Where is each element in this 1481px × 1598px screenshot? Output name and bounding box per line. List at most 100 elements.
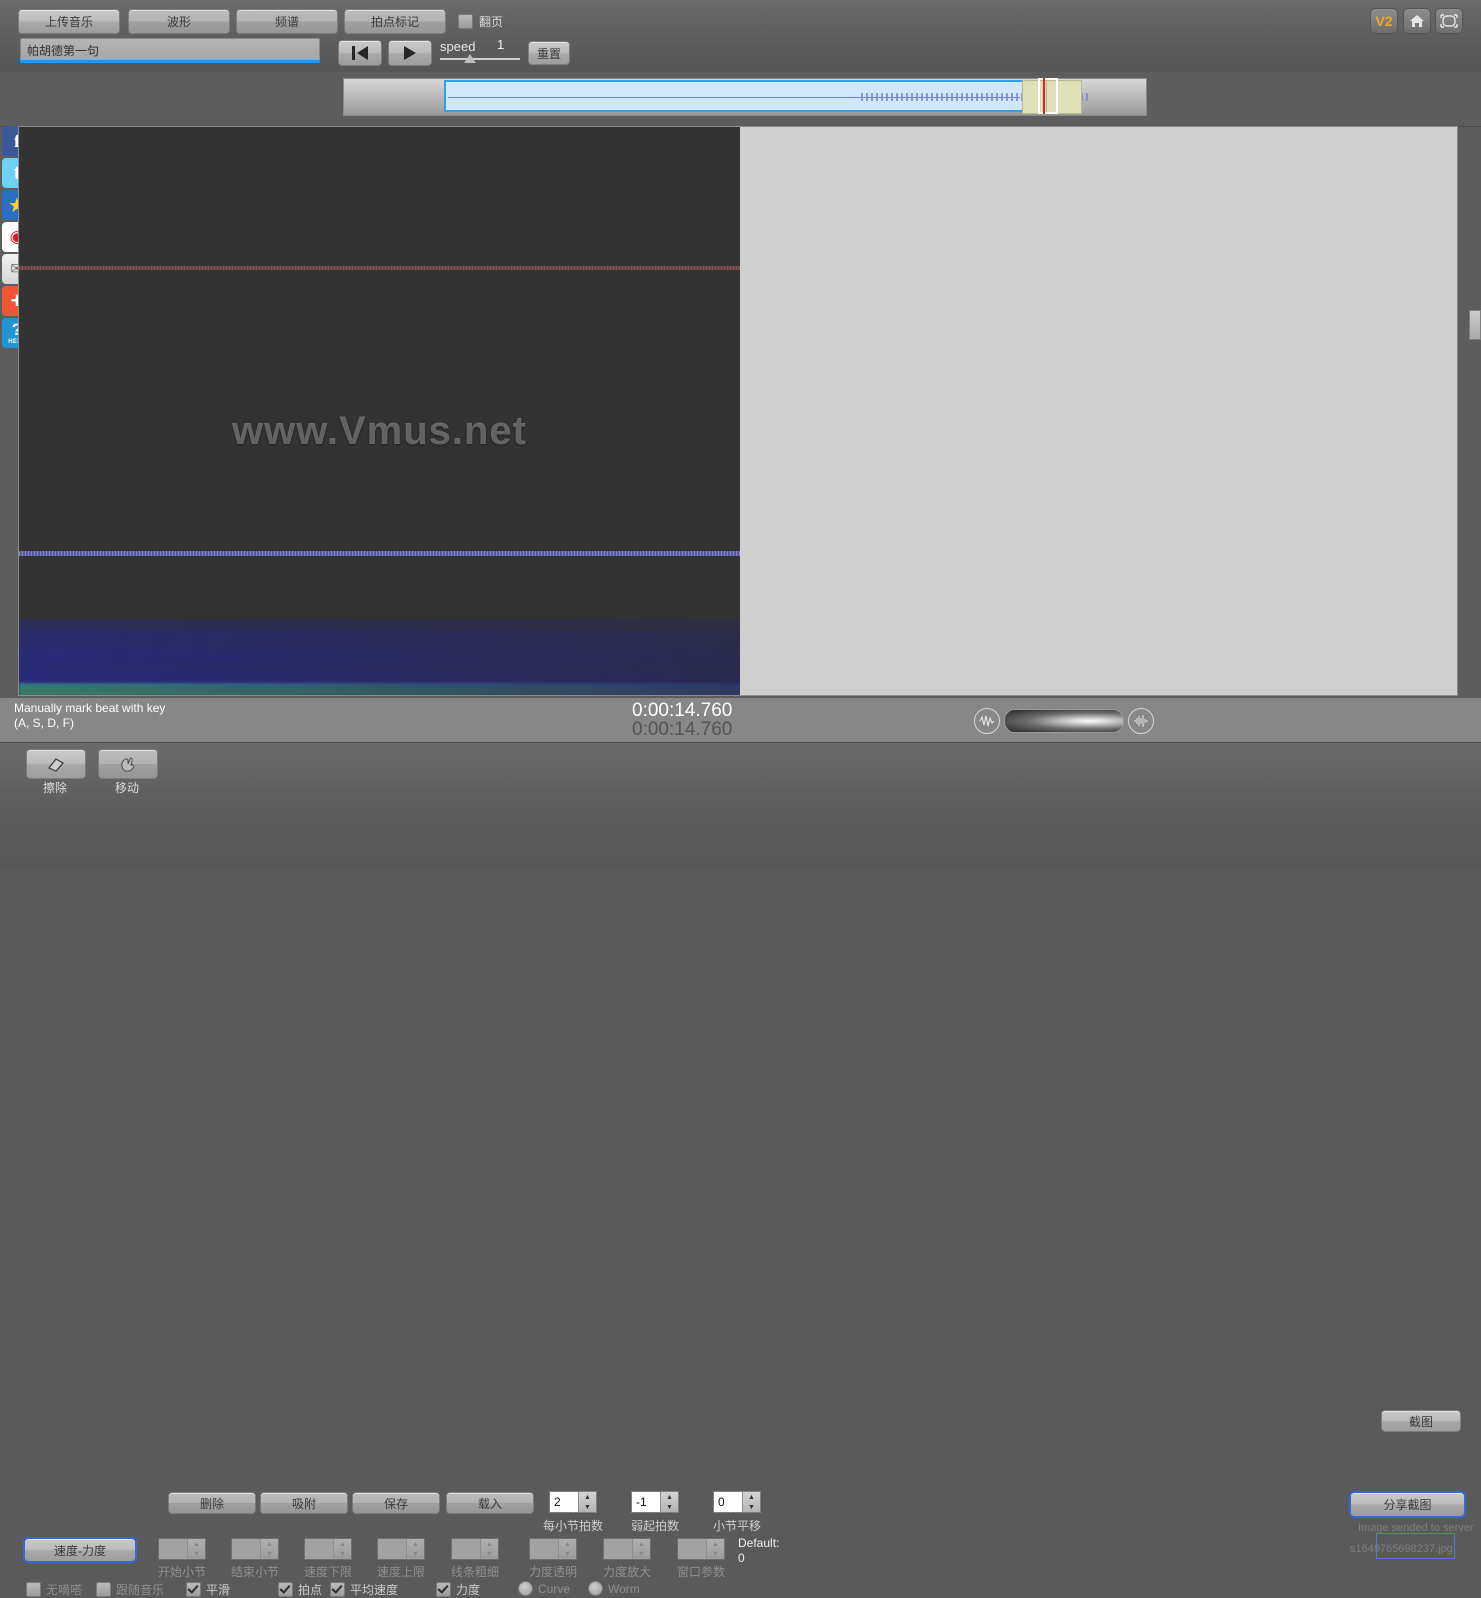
track-name-input[interactable]: 帕胡德第一句 [20,38,320,63]
score-pane[interactable] [740,127,1457,695]
default-label: Default: [738,1536,780,1550]
delete-button[interactable]: 删除 [168,1492,256,1514]
reset-button[interactable]: 重置 [528,41,570,65]
radio-worm[interactable]: Worm [588,1581,640,1596]
window-params-stepper[interactable]: ▲ ▼ [706,1539,724,1559]
page-turn-checkbox[interactable]: 翻页 [458,13,503,30]
radio-worm-dot[interactable] [588,1581,603,1596]
amplitude-trace-top [19,266,740,270]
bar-offset-spinner[interactable]: 0 ▲ ▼ [713,1491,761,1513]
beats-per-bar-stepper[interactable]: ▲ ▼ [578,1492,596,1512]
beat-hint-line2: (A, S, D, F) [14,716,74,730]
speed-dynamics-button[interactable]: 速度-力度 [23,1537,137,1563]
speed-lower-spinner[interactable]: ▲ ▼ [304,1538,352,1560]
radio-curve-dot[interactable] [518,1581,533,1596]
skip-back-button[interactable] [338,40,382,66]
speed-upper-stepper[interactable]: ▲ ▼ [406,1539,424,1559]
speed-lower-value[interactable] [305,1539,333,1559]
upload-music-button[interactable]: 上传音乐 [18,9,120,34]
checkbox-dynamics[interactable]: 力度 [436,1581,480,1598]
beat-hint: Manually mark beat with key (A, S, D, F) [14,701,165,731]
dynamics-gain-value[interactable] [604,1539,632,1559]
checkbox-avg-speed-box[interactable] [330,1582,345,1597]
start-bar-stepper[interactable]: ▲ ▼ [187,1539,205,1559]
checkbox-follow-music-box[interactable] [96,1582,111,1597]
volume-slider[interactable] [1004,709,1124,733]
line-thickness-spinner[interactable]: ▲ ▼ [451,1538,499,1560]
fullscreen-icon[interactable] [1435,8,1463,34]
timeline-playhead[interactable] [1043,78,1045,114]
checkbox-avg-speed[interactable]: 平均速度 [330,1581,398,1598]
checkbox-beats[interactable]: 拍点 [278,1581,322,1598]
checkbox-smooth-box[interactable] [186,1582,201,1597]
snap-button[interactable]: 吸附 [260,1492,348,1514]
spectrum-button[interactable]: 频谱 [236,9,338,34]
checkbox-beats-box[interactable] [278,1582,293,1597]
timeline-selection[interactable] [444,80,1091,112]
timeline-playhead-box[interactable] [1038,78,1058,114]
speed-slider-thumb[interactable] [464,54,476,63]
page-turn-checkbox-box[interactable] [458,14,473,29]
status-row: Manually mark beat with key (A, S, D, F)… [0,698,1481,1432]
erase-tool-label: 擦除 [42,781,67,795]
bar-offset-value[interactable]: 0 [714,1492,742,1512]
end-bar-spinner[interactable]: ▲ ▼ [231,1538,279,1560]
dynamics-gain-spinner[interactable]: ▲ ▼ [603,1538,651,1560]
speed-lower-stepper[interactable]: ▲ ▼ [333,1539,351,1559]
line-thickness-value[interactable] [452,1539,480,1559]
radio-curve[interactable]: Curve [518,1581,570,1596]
checkbox-follow-music-label: 跟随音乐 [116,1583,165,1597]
checkbox-follow-music[interactable]: 跟随音乐 [96,1581,164,1598]
screenshot-button[interactable]: 截图 [1381,1410,1461,1432]
beats-per-bar-spinner[interactable]: 2 ▲ ▼ [549,1491,597,1513]
checkbox-no-tick[interactable]: 无嘀嗒 [26,1581,82,1598]
checkbox-smooth[interactable]: 平滑 [186,1581,230,1598]
home-icon[interactable] [1403,8,1431,34]
end-bar-label: 结束小节 [230,1565,279,1579]
volume-slider-group[interactable] [974,708,1154,734]
checkbox-dynamics-box[interactable] [436,1582,451,1597]
dynamics-opacity-stepper[interactable]: ▲ ▼ [558,1539,576,1559]
time-total: 0:00:14.760 [632,719,733,740]
timeline-strip[interactable] [0,72,1481,127]
right-scroll-handle[interactable] [1469,310,1481,340]
pickup-beats-stepper[interactable]: ▲ ▼ [660,1492,678,1512]
audio-wave-icon[interactable] [1128,708,1154,734]
speed-upper-spinner[interactable]: ▲ ▼ [377,1538,425,1560]
move-tool-button[interactable] [98,749,158,779]
dynamics-opacity-spinner[interactable]: ▲ ▼ [529,1538,577,1560]
version-badge[interactable]: V2 [1370,8,1398,34]
window-params-spinner[interactable]: ▲ ▼ [677,1538,725,1560]
start-bar-spinner[interactable]: ▲ ▼ [158,1538,206,1560]
spectrogram-canvas[interactable]: www.Vmus.net [19,127,740,695]
end-bar-stepper[interactable]: ▲ ▼ [260,1539,278,1559]
end-bar-value[interactable] [232,1539,260,1559]
pickup-beats-spinner[interactable]: -1 ▲ ▼ [631,1491,679,1513]
waveform-button[interactable]: 波形 [128,9,230,34]
beats-per-bar-label: 每小节拍数 [542,1519,603,1533]
play-icon [404,46,416,60]
speed-upper-label: 速度上限 [376,1565,425,1579]
speed-slider-track[interactable] [440,58,520,60]
erase-tool-button[interactable] [26,749,86,779]
dynamics-gain-stepper[interactable]: ▲ ▼ [632,1539,650,1559]
beats-per-bar-value[interactable]: 2 [550,1492,578,1512]
dynamics-opacity-value[interactable] [530,1539,558,1559]
load-button[interactable]: 载入 [446,1492,534,1514]
start-bar-value[interactable] [159,1539,187,1559]
window-params-value[interactable] [678,1539,706,1559]
save-button[interactable]: 保存 [352,1492,440,1514]
main-viewer[interactable]: www.Vmus.net [18,126,1458,696]
play-button[interactable] [388,40,432,66]
beat-mark-button[interactable]: 拍点标记 [344,9,446,34]
share-screenshot-button[interactable]: 分享截图 [1349,1491,1466,1518]
timeline-track[interactable] [343,78,1147,116]
waveform-icon[interactable] [974,708,1000,734]
line-thickness-stepper[interactable]: ▲ ▼ [480,1539,498,1559]
dynamics-opacity-label: 力度透明 [528,1565,577,1579]
pickup-beats-value[interactable]: -1 [632,1492,660,1512]
bar-offset-stepper[interactable]: ▲ ▼ [742,1492,760,1512]
checkbox-avg-speed-label: 平均速度 [350,1583,399,1597]
checkbox-no-tick-box[interactable] [26,1582,41,1597]
speed-upper-value[interactable] [378,1539,406,1559]
